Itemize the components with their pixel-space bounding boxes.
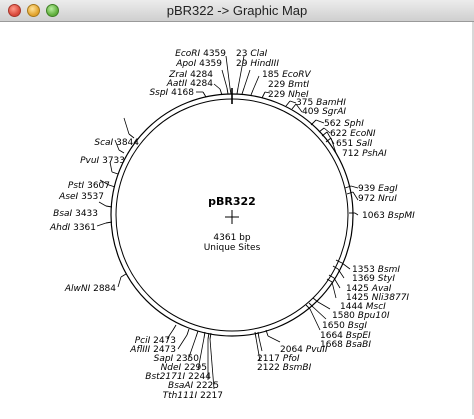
- site-bsabi-label: 1668 BsaBI: [320, 340, 371, 350]
- site-ndei-label: NdeI 2295: [161, 363, 207, 373]
- site-sali-label: 651 SalI: [336, 139, 373, 149]
- site-bst2171-label: Bst2171I 2244: [145, 372, 211, 382]
- site-tth111i-label: Tth111I 2217: [163, 391, 223, 401]
- site-sgrai-label: 409 SgrAI: [302, 107, 346, 117]
- site-pvui-label: PvuI 3733: [80, 156, 125, 166]
- plasmid-caption: Unique Sites: [204, 243, 261, 253]
- site-ahdi-label: AhdI 3361: [49, 223, 96, 233]
- site-bpu10i-label: 1580 Bpu10I: [332, 311, 390, 321]
- plasmid-size: 4361 bp: [213, 233, 250, 243]
- site-sphi-label: 562 SphI: [324, 119, 364, 129]
- site-apoi-label: ApoI 4359: [175, 59, 222, 69]
- site-bmti-label: 229 BmtI: [268, 80, 310, 90]
- site-hindiii-label: 29 HindIII: [236, 59, 279, 69]
- site-alwni-label: AlwNI 2884: [64, 284, 116, 294]
- site-bspmi-label: 1063 BspMI: [362, 211, 415, 221]
- site-sapi-label: SapI 2350: [154, 354, 200, 364]
- site-asei-label: AseI 3537: [58, 192, 104, 202]
- window-title: pBR322 -> Graphic Map: [166, 3, 308, 18]
- site-ticks: [105, 87, 355, 340]
- site-pcii-label: PciI 2473: [135, 336, 176, 346]
- site-ecorv-label: 185 EcoRV: [262, 70, 311, 80]
- plasmid-map: pBR322 4361 bp Unique Sites EcoRI 4359 A…: [49, 49, 415, 401]
- site-bsai-label: BsaI 3433: [53, 209, 98, 219]
- site-econi-label: 622 EcoNI: [330, 129, 376, 139]
- site-pshai-label: 712 PshAI: [342, 149, 387, 159]
- site-bsmbi-label: 2122 BsmBI: [257, 363, 312, 373]
- site-clai-label: 23 ClaI: [236, 49, 268, 59]
- site-afliii-label: AflIII 2473: [129, 345, 176, 355]
- title-bar: pBR322 -> Graphic Map: [0, 0, 474, 22]
- site-bsaai-label: BsaAI 2225: [168, 381, 219, 391]
- site-ecori-label: EcoRI 4359: [175, 49, 226, 59]
- site-sspi-label: SspI 4168: [149, 88, 194, 98]
- plasmid-name: pBR322: [208, 195, 256, 208]
- site-eagi-label: 939 EagI: [358, 184, 398, 194]
- site-scai-label: ScaI 3844: [94, 138, 139, 148]
- site-nrui-label: 972 NruI: [358, 194, 397, 204]
- site-bsgi-label: 1650 BsgI: [322, 321, 367, 331]
- graphic-map-canvas: pBR322 4361 bp Unique Sites EcoRI 4359 A…: [0, 22, 474, 415]
- site-psti-label: PstI 3607: [68, 181, 110, 191]
- site-styi-label: 1369 StyI: [352, 274, 395, 284]
